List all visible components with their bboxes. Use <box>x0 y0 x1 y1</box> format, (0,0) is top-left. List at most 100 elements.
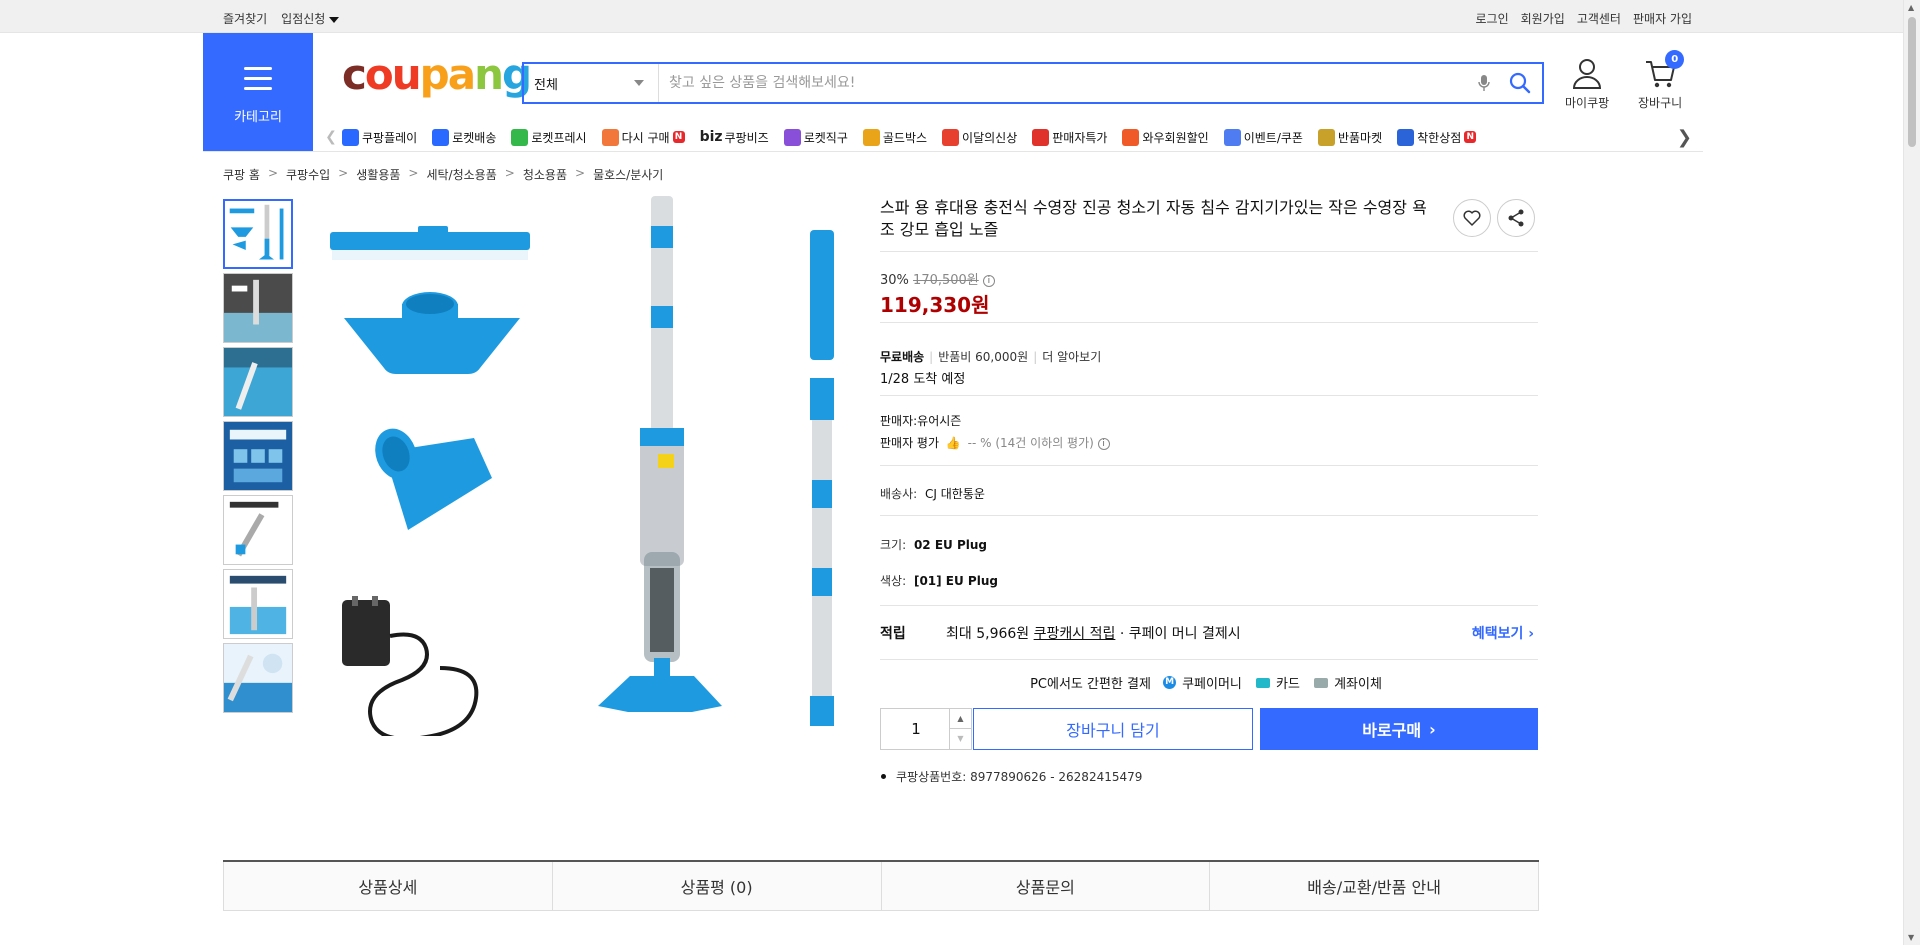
quantity-input[interactable]: 1 <box>881 709 951 749</box>
seller-rating-label: 판매자 평가 <box>880 436 940 450</box>
coupang-logo[interactable]: coupang <box>342 54 532 96</box>
signup-link[interactable]: 회원가입 <box>1521 10 1565 27</box>
vertical-scrollbar[interactable]: ▲ ▼ <box>1903 0 1920 945</box>
cart-button[interactable]: 장바구니 0 <box>1638 50 1685 111</box>
thumbnail-7[interactable] <box>223 643 293 713</box>
main-product-image[interactable] <box>318 196 858 741</box>
learn-more-link[interactable]: 더 알아보기 <box>1042 350 1101 364</box>
nav-next-icon[interactable]: ❯ <box>1677 127 1692 148</box>
global-rocket-icon <box>783 128 801 146</box>
login-link[interactable]: 로그인 <box>1476 10 1509 27</box>
coupay-icon: M <box>1163 676 1177 689</box>
thumbnail-image <box>225 201 291 267</box>
microphone-icon[interactable] <box>1470 68 1498 98</box>
shortcut-new-arrival[interactable]: 이달의신상 <box>942 128 1018 146</box>
shortcut-seller-deal[interactable]: 판매자특가 <box>1032 128 1108 146</box>
thumbnail-list <box>223 199 293 717</box>
breadcrumb-separator-icon: > <box>338 166 349 180</box>
shortcut-coupon[interactable]: 이벤트/쿠폰 <box>1223 128 1303 146</box>
shortcut-play[interactable]: 쿠팡플레이 <box>342 128 417 146</box>
thumbnail-6[interactable] <box>223 569 293 639</box>
breadcrumb-separator-icon: > <box>504 166 515 180</box>
seller-deal-icon <box>1032 128 1050 146</box>
shortcut-goldbox[interactable]: 골드박스 <box>862 128 927 146</box>
chevron-down-icon <box>634 80 644 86</box>
size-option[interactable]: 크기: 02 EU Plug <box>880 536 987 553</box>
breadcrumb-item[interactable]: 쿠팡수입 <box>286 166 330 183</box>
caret-down-icon <box>329 16 340 23</box>
divider <box>880 465 1538 466</box>
discount-rate: 30% <box>880 273 909 288</box>
benefits-link[interactable]: 혜택보기 › <box>1472 623 1534 643</box>
shortcut-rocket[interactable]: 로켓배송 <box>432 128 497 146</box>
breadcrumb-item[interactable]: 쿠팡 홈 <box>223 166 260 183</box>
logo-letter: pa <box>419 50 476 99</box>
courier-row: 배송사: CJ 대한통운 <box>880 485 985 502</box>
tab-shipping-returns[interactable]: 배송/교환/반품 안내 <box>1210 862 1539 910</box>
shortcut-return-market[interactable]: 반품마켓 <box>1317 128 1383 146</box>
shortcut-rocket-fresh[interactable]: 로켓프레시 <box>511 128 587 146</box>
shortcut-label: 로켓배송 <box>452 130 497 145</box>
thumbnail-2[interactable] <box>223 273 293 343</box>
scroll-up-icon[interactable]: ▲ <box>1908 3 1914 12</box>
thumbnail-1[interactable] <box>223 199 293 269</box>
shortcut-biz[interactable]: biz 쿠팡비즈 <box>700 129 769 146</box>
reward-condition: · 쿠페이 머니 결제시 <box>1119 626 1241 642</box>
scrollbar-thumb[interactable] <box>1908 17 1916 147</box>
coupang-cash-link[interactable]: 쿠팡캐시 적립 <box>1034 626 1116 642</box>
buy-now-button[interactable]: 바로구매 › <box>1260 708 1538 750</box>
seller-name[interactable]: 판매자:유어시즌 <box>880 412 961 429</box>
shortcut-label: 판매자특가 <box>1052 130 1108 145</box>
search-input[interactable] <box>659 64 1470 102</box>
tab-details[interactable]: 상품상세 <box>223 862 553 910</box>
breadcrumb-separator-icon: > <box>575 166 586 180</box>
nav-prev-icon[interactable]: ❮ <box>320 129 342 145</box>
quantity-increase-button[interactable]: ▲ <box>949 709 971 729</box>
add-to-cart-button[interactable]: 장바구니 담기 <box>973 708 1253 750</box>
thumbnail-5[interactable] <box>223 495 293 565</box>
shortcut-rebuy[interactable]: 다시 구매 N <box>601 128 685 146</box>
buy-now-label: 바로구매 <box>1362 721 1422 740</box>
mycoupang-button[interactable]: 마이쿠팡 <box>1565 58 1609 111</box>
category-button[interactable]: 카테고리 <box>203 33 313 151</box>
share-button[interactable] <box>1497 199 1535 237</box>
seller-signup-link[interactable]: 판매자 가입 <box>1633 10 1692 27</box>
shortcut-label: 반품마켓 <box>1337 130 1383 145</box>
thumbnail-3[interactable] <box>223 347 293 417</box>
shortcut-good-store[interactable]: 착한상점 N <box>1397 128 1477 146</box>
thumbs-up-icon: 👍 <box>945 436 961 450</box>
breadcrumb-item[interactable]: 청소용품 <box>523 166 567 183</box>
wishlist-button[interactable] <box>1453 199 1491 237</box>
scroll-down-icon[interactable]: ▼ <box>1908 933 1914 942</box>
vendor-apply-link[interactable]: 입점신청 <box>281 10 340 27</box>
bank-transfer-label: 계좌이체 <box>1334 677 1382 692</box>
color-option[interactable]: 색상: [01] EU Plug <box>880 572 998 589</box>
breadcrumb-item[interactable]: 세탁/청소용품 <box>426 166 496 183</box>
customer-center-link[interactable]: 고객센터 <box>1577 10 1621 27</box>
rocket-fresh-icon <box>511 128 529 146</box>
card-label: 카드 <box>1276 677 1300 692</box>
biz-icon: biz <box>699 129 723 145</box>
thumbnail-4[interactable] <box>223 421 293 491</box>
shortcut-global-rocket[interactable]: 로켓직구 <box>783 128 848 146</box>
pay-intro: PC에서도 간편한 결제 <box>1030 677 1151 692</box>
color-value: [01] EU Plug <box>913 574 998 588</box>
bookmark-link[interactable]: 즐겨찾기 <box>223 10 267 27</box>
arrival-date: 1/28 도착 예정 <box>880 372 966 387</box>
quantity-decrease-button[interactable]: ▼ <box>949 729 971 749</box>
search-scope-select[interactable]: 전체 <box>524 64 659 102</box>
shortcut-wow[interactable]: 와우회원할인 <box>1122 128 1209 146</box>
search-button[interactable] <box>1498 68 1542 98</box>
shortcut-label: 이달의신상 <box>962 130 1018 145</box>
free-shipping-label: 무료배송 <box>880 350 925 364</box>
rebuy-icon <box>601 128 619 146</box>
tab-inquiries[interactable]: 상품문의 <box>881 862 1211 910</box>
wow-icon <box>1122 128 1140 146</box>
shortcut-label: 와우회원할인 <box>1142 130 1209 145</box>
breadcrumb-item[interactable]: 물호스/분사기 <box>593 166 663 183</box>
info-icon[interactable]: i <box>1097 437 1110 450</box>
breadcrumb-item[interactable]: 생활용품 <box>356 166 400 183</box>
info-icon[interactable]: i <box>982 274 995 287</box>
tab-reviews[interactable]: 상품평 (0) <box>552 862 882 910</box>
payment-methods: PC에서도 간편한 결제 M 쿠페이머니 카드 계좌이체 <box>880 673 1538 692</box>
